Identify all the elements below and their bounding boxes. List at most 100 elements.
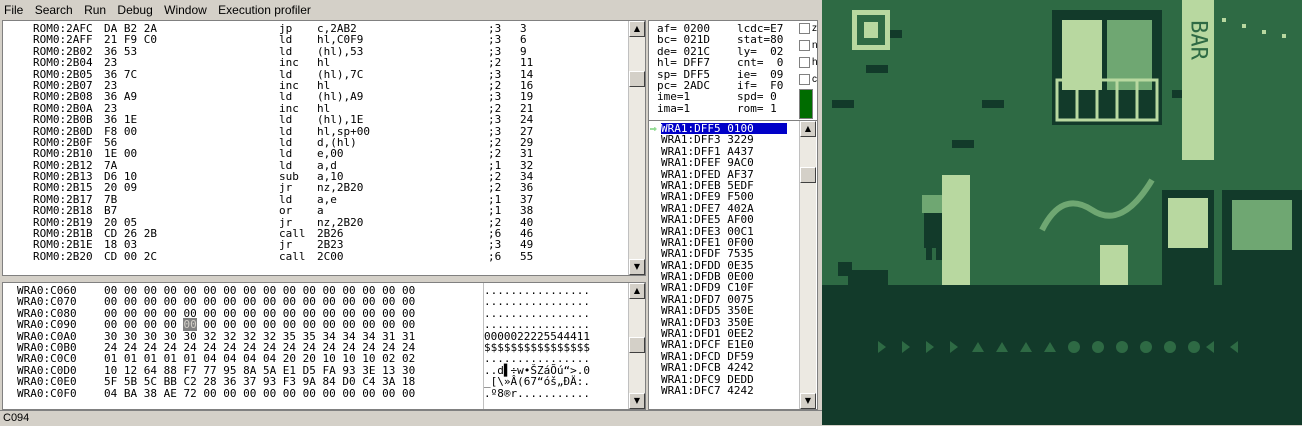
memory-hex: 04 BA 38 AE 72 00 00 00 00 00 00 00 00 0…: [104, 387, 484, 399]
memory-ascii: _[\»Â(67“óš„ÐÄ:.: [484, 375, 590, 389]
disasm-bytes: 36 A9: [104, 90, 138, 104]
scroll-up-button[interactable]: ▲: [800, 121, 816, 137]
flag-h-label: h: [812, 57, 818, 68]
disasm-operand: (hl),7C: [317, 67, 364, 81]
disasm-operand: (hl),53: [317, 44, 364, 58]
disasm-row[interactable]: ROM0:2B0B 36 1E ld (hl),1E ;3 24: [33, 113, 533, 127]
disasm-cycles: ;2: [488, 147, 502, 161]
ground: [822, 285, 1302, 425]
disasm-bytes: 20 09: [104, 181, 138, 195]
disassembly-list: ROM0:2AFC DA B2 2A jp c,2AB2 ;3 3 ROM0:2AFF 21 …: [33, 23, 534, 263]
status-indicator: [799, 89, 813, 119]
memory-ascii: .º8®r...........: [484, 386, 590, 400]
scroll-thumb[interactable]: [629, 71, 645, 87]
flag-n-checkbox[interactable]: [799, 40, 810, 51]
disasm-row[interactable]: ROM0:2B04 23 inc hl ;2 11: [33, 56, 533, 70]
memory-viewer-pane[interactable]: WRA0:C060 00 00 00 00 00 00 00 00 00 00 0…: [2, 282, 646, 410]
disasm-bytes: 36 7C: [104, 67, 138, 81]
menu-window[interactable]: Window: [160, 0, 211, 17]
status-text: C094: [3, 412, 30, 424]
disasm-operand: hl: [317, 56, 331, 70]
scroll-thumb[interactable]: [800, 167, 816, 183]
disasm-address: ROM0:2B20: [33, 249, 93, 263]
disasm-row[interactable]: ROM0:2B10 1E 00 ld e,00 ;2 31: [33, 147, 533, 161]
register-value: hl= DFF7: [657, 56, 710, 70]
stack-entry[interactable]: WRA1:DFEF 9AC0: [661, 157, 787, 169]
menu-file[interactable]: File: [0, 0, 27, 17]
disasm-address: ROM0:2B18: [33, 204, 93, 218]
disasm-row[interactable]: ROM0:2B18 B7 or a ;1 38: [33, 204, 533, 218]
disasm-bytes: B7: [104, 204, 118, 218]
flag-n-label: n: [812, 40, 818, 51]
disasm-cycles: ;1: [488, 204, 502, 218]
disasm-cycles: ;6: [488, 249, 502, 263]
disasm-bytes: 1E 00: [104, 147, 138, 161]
disasm-cycles: ;2: [488, 56, 502, 70]
bar-sign-text: BAR: [1186, 20, 1211, 60]
disassembly-scrollbar[interactable]: ▲ ▼: [628, 21, 645, 275]
memory-scrollbar[interactable]: ▲ ▼: [628, 283, 645, 409]
current-arrow-icon: ⇨: [650, 122, 657, 135]
game-screen: BAR: [822, 0, 1302, 425]
disasm-bytes: 23: [104, 56, 118, 70]
disasm-bytes: 36 53: [104, 44, 138, 58]
disasm-address: ROM0:2B10: [33, 147, 93, 161]
doorway: [942, 175, 970, 285]
stack-entry[interactable]: WRA1:DFCB 4242: [661, 362, 787, 374]
flag-z-label: z: [812, 23, 817, 34]
memory-ascii: ................: [484, 318, 590, 332]
disasm-total: 55: [520, 249, 534, 263]
trash-can: [1100, 245, 1128, 285]
graffiti-wall: [1012, 175, 1162, 285]
disasm-address: ROM0:2B04: [33, 56, 93, 70]
scroll-down-button[interactable]: ▼: [629, 393, 645, 409]
disasm-address: ROM0:2B0B: [33, 113, 93, 127]
flag-c-label: c: [812, 74, 817, 85]
disassembly-pane[interactable]: ROM0:2AFC DA B2 2A jp c,2AB2 ;3 3 ROM0:2AFF 21 …: [2, 20, 646, 276]
flag-h-checkbox[interactable]: [799, 57, 810, 68]
io-register-value: rom= 1: [737, 101, 777, 115]
disasm-bytes: F8 00: [104, 124, 138, 138]
disasm-operand: a,e: [317, 192, 337, 206]
register-list: af= 0200 lcdc=E7 bc= 021D stat=80 de= 021C ly…: [657, 23, 783, 115]
register-value: ima=1: [657, 101, 691, 115]
disasm-mnemonic: ld: [279, 147, 293, 161]
flag-z-checkbox[interactable]: [799, 23, 810, 34]
stack-list: WRA1:DFF5 0100 WRA1:DFF3 3229 WRA1:DFF1 A4…: [661, 123, 787, 396]
status-bar: C094: [0, 410, 822, 426]
memory-row[interactable]: WRA0:C0F0 04 BA 38 AE 72 00 00 00 00 00 0…: [17, 386, 590, 400]
stack-entry[interactable]: WRA1:DFE5 AF00: [661, 214, 787, 226]
menu-debug[interactable]: Debug: [113, 0, 156, 17]
stack-pane[interactable]: ⇨ WRA1:DFF5 0100 WRA1:DFF3 3229 WRA1:DFF1 …: [648, 120, 818, 410]
disasm-row[interactable]: ROM0:2B20 CD 00 2C call 2C00 ;6 55: [33, 249, 534, 263]
menu-bar: File Search Run Debug Window Execution p…: [0, 0, 822, 20]
menu-execution-profiler[interactable]: Execution profiler: [214, 0, 315, 17]
menu-run[interactable]: Run: [80, 0, 110, 17]
game-scene: BAR: [822, 0, 1302, 425]
memory-address: WRA0:C0F0: [17, 386, 77, 400]
scroll-up-button[interactable]: ▲: [629, 283, 645, 299]
memory-list: WRA0:C060 00 00 00 00 00 00 00 00 00 00 0…: [17, 285, 590, 399]
stack-entry[interactable]: WRA1:DFC7 4242: [661, 385, 787, 397]
disasm-operand: nz,2B20: [317, 181, 364, 195]
menu-search[interactable]: Search: [31, 0, 77, 17]
disasm-bytes: CD 00 2C: [104, 249, 157, 263]
disasm-bytes: 7B: [104, 192, 118, 206]
stack-scrollbar[interactable]: ▲ ▼: [799, 121, 816, 409]
disasm-cycles: ;3: [488, 113, 502, 127]
register-row: ima=1 rom= 1: [657, 101, 783, 115]
scroll-up-button[interactable]: ▲: [629, 21, 645, 37]
stack-entry[interactable]: WRA1:DFDF 7535: [661, 248, 787, 260]
stack-entry[interactable]: WRA1:DFD5 350E: [661, 305, 787, 317]
disasm-operand: 2C00: [317, 249, 344, 263]
scroll-thumb[interactable]: [629, 337, 645, 353]
disasm-operand: (hl),1E: [317, 113, 364, 127]
disasm-mnemonic: or: [279, 204, 293, 218]
flag-c-checkbox[interactable]: [799, 74, 810, 85]
memory-address: WRA0:C0E0: [17, 375, 77, 389]
disasm-operand: a: [317, 204, 324, 218]
scroll-down-button[interactable]: ▼: [800, 393, 816, 409]
debugger-window: File Search Run Debug Window Execution p…: [0, 0, 822, 425]
disasm-operand: e,00: [317, 147, 344, 161]
scroll-down-button[interactable]: ▼: [629, 259, 645, 275]
